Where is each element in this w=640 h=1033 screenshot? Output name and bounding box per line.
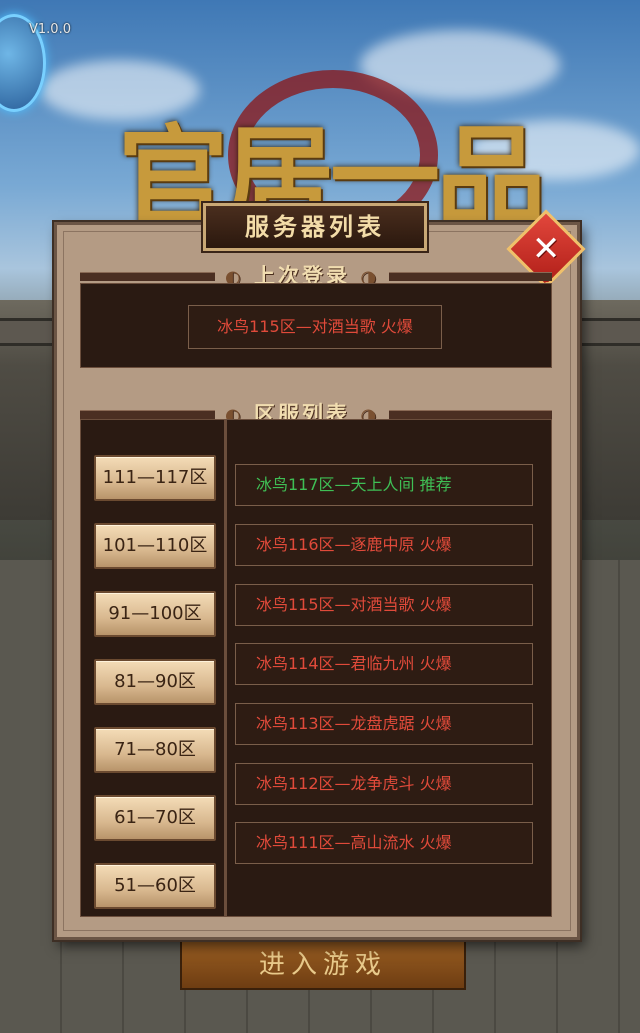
zone-tab[interactable]: 71—80区	[94, 727, 216, 773]
server-row[interactable]: 冰鸟114区—君临九州 火爆	[235, 643, 533, 685]
zone-tab[interactable]: 81—90区	[94, 659, 216, 705]
dialog-title: 服务器列表	[203, 203, 427, 251]
last-server-entry[interactable]: 冰鸟115区—对酒当歌 火爆	[188, 305, 442, 349]
zone-tab[interactable]: 61—70区	[94, 795, 216, 841]
server-row[interactable]: 冰鸟112区—龙争虎斗 火爆	[235, 763, 533, 805]
server-row[interactable]: 冰鸟116区—逐鹿中原 火爆	[235, 524, 533, 566]
enter-game-button[interactable]: 进入游戏	[180, 940, 466, 990]
zone-tab[interactable]: 51—60区	[94, 863, 216, 909]
zone-tab[interactable]: 101—110区	[94, 523, 216, 569]
server-row[interactable]: 冰鸟113区—龙盘虎踞 火爆	[235, 703, 533, 745]
close-icon: ✕	[531, 229, 561, 269]
server-row[interactable]: 冰鸟115区—对酒当歌 火爆	[235, 584, 533, 626]
version-label: V1.0.0	[29, 22, 71, 37]
server-row[interactable]: 冰鸟111区—高山流水 火爆	[235, 822, 533, 864]
zone-tab[interactable]: 111—117区	[94, 455, 216, 501]
divider	[224, 419, 227, 917]
server-row[interactable]: 冰鸟117区—天上人间 推荐	[235, 464, 533, 506]
game-scene: V1.0.0 官居一品 进入游戏 服务器列表 ✕ ◐ 上次登录 ◑ 冰鸟115区…	[0, 0, 640, 1033]
zone-tab[interactable]: 91—100区	[94, 591, 216, 637]
